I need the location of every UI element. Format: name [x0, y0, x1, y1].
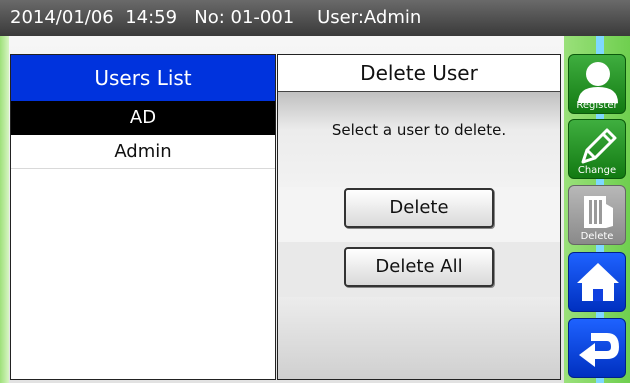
- users-list-panel: Users List AD Admin: [10, 54, 276, 380]
- delete-instruction: Select a user to delete.: [331, 121, 507, 139]
- return-button[interactable]: [568, 318, 626, 378]
- delete-menu-button[interactable]: Delete: [568, 185, 626, 245]
- left-decor-strip: [0, 36, 9, 383]
- home-button[interactable]: [568, 252, 626, 312]
- delete-user-title: Delete User: [278, 55, 560, 92]
- users-list-title: Users List: [11, 55, 275, 101]
- delete-button[interactable]: Delete: [344, 188, 494, 228]
- register-label: Register: [576, 100, 618, 111]
- return-icon: [579, 333, 619, 367]
- user-row-ad[interactable]: AD: [11, 101, 275, 135]
- status-bar: 2014/01/06 14:59 No: 01-001 User:Admin: [0, 0, 630, 36]
- user-row-admin[interactable]: Admin: [11, 135, 275, 169]
- change-button[interactable]: Change: [568, 119, 626, 179]
- delete-user-panel: Delete User Select a user to delete. Del…: [277, 54, 561, 380]
- home-icon: [577, 263, 619, 301]
- register-button[interactable]: Register: [568, 54, 626, 114]
- change-label: Change: [577, 165, 617, 176]
- delete-all-button[interactable]: Delete All: [344, 247, 494, 287]
- delete-menu-label: Delete: [580, 231, 614, 242]
